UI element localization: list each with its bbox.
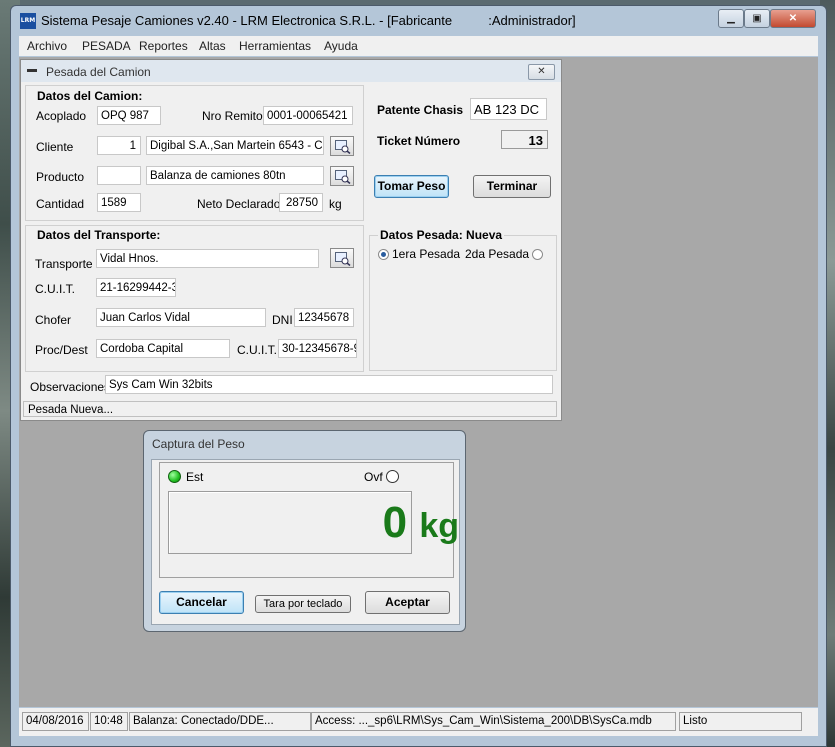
terminar-button[interactable]: Terminar (473, 175, 551, 198)
app-icon: LRM (20, 13, 36, 29)
remito-label: Nro Remito (202, 109, 263, 123)
menu-bar: Archivo PESADA Reportes Altas Herramient… (19, 36, 818, 56)
transporte-label: Transporte (35, 257, 93, 271)
dni-field[interactable]: 12345678 (294, 308, 354, 327)
tomar-peso-button[interactable]: Tomar Peso (374, 175, 449, 198)
tara-button[interactable]: Tara por teclado (255, 595, 351, 613)
menu-herramientas[interactable]: Herramientas (239, 39, 311, 53)
status-time: 10:48 (90, 712, 128, 731)
cliente-desc-field[interactable]: Digibal S.A.,San Martein 6543 - Casi (146, 136, 324, 155)
acoplado-field[interactable]: OPQ 987 (97, 106, 161, 125)
ticket-field: 13 (501, 130, 548, 149)
cliente-label: Cliente (36, 140, 74, 154)
neto-unit: kg (329, 197, 342, 211)
dni-label: DNI (272, 313, 293, 327)
transporte-group: Datos del Transporte: Transporte Vidal H… (25, 225, 364, 372)
chasis-field[interactable]: AB 123 DC (470, 98, 547, 120)
menu-reportes[interactable]: Reportes (139, 39, 188, 53)
remito-field[interactable]: 0001-00065421 (263, 106, 353, 125)
acoplado-label: Acoplado (36, 109, 87, 123)
camion-heading: Datos del Camion: (37, 89, 143, 103)
producto-search-button[interactable] (330, 166, 354, 186)
chasis-label: Patente Chasis (377, 103, 464, 117)
neto-label: Neto Declarado (197, 197, 281, 211)
close-icon[interactable]: ✕ (770, 9, 816, 28)
menu-pesada[interactable]: PESADA (82, 39, 131, 53)
cuit2-field[interactable]: 30-12345678-9 (278, 339, 357, 358)
cuit-label: C.U.I.T. (35, 282, 76, 296)
observaciones-label: Observaciones (30, 380, 111, 394)
status-bar: 04/08/2016 10:48 Balanza: Conectado/DDE.… (19, 708, 818, 736)
segunda-pesada-label[interactable]: 2da Pesada (465, 247, 529, 261)
primera-pesada-radio[interactable] (378, 249, 389, 260)
title-bar[interactable]: LRM Sistema Pesaje Camiones v2.40 - LRM … (11, 6, 826, 35)
cantidad-label: Cantidad (36, 197, 85, 211)
status-access: Access: ..._sp6\LRM\Sys_Cam_Win\Sistema_… (311, 712, 676, 731)
chofer-field[interactable]: Juan Carlos Vidal (96, 308, 266, 327)
captura-peso-dialog: Captura del Peso Est Ovf 0 kg Cancelar T… (143, 430, 466, 632)
pesada-group: Datos Pesada: Nueva 1era Pesada 2da Pesa… (369, 228, 557, 371)
segunda-pesada-radio[interactable] (532, 249, 543, 260)
search-icon (335, 252, 351, 266)
weight-unit: kg (419, 507, 459, 545)
transporte-heading: Datos del Transporte: (37, 228, 161, 242)
est-indicator (168, 470, 181, 483)
transporte-field[interactable]: Vidal Hnos. (96, 249, 319, 268)
pesada-heading: Datos Pesada: Nueva (378, 228, 505, 242)
menu-altas[interactable]: Altas (199, 39, 226, 53)
menu-ayuda[interactable]: Ayuda (324, 39, 358, 53)
producto-id-field[interactable] (97, 166, 141, 185)
ticket-label: Ticket Número (377, 134, 461, 148)
ovf-indicator (386, 470, 399, 483)
form-status: Pesada Nueva... (23, 401, 557, 417)
transporte-search-button[interactable] (330, 248, 354, 268)
weight-display: 0 kg (168, 491, 459, 554)
weight-readout: 0 kg (383, 498, 459, 548)
maximize-icon[interactable]: ▣ (744, 9, 770, 28)
est-label: Est (186, 470, 204, 484)
dialog-title: Captura del Peso (152, 437, 245, 451)
cuit2-label: C.U.I.T. (237, 343, 278, 357)
weight-panel: Est Ovf 0 kg (159, 462, 459, 578)
proc-label: Proc/Dest (35, 343, 88, 357)
cliente-id-field[interactable]: 1 (97, 136, 141, 155)
observaciones-field[interactable]: Sys Cam Win 32bits (105, 375, 553, 394)
truck-icon: ▬ (27, 64, 37, 75)
camion-group: Datos del Camion: Acoplado OPQ 987 Nro R… (25, 85, 364, 221)
form-close-icon[interactable]: ✕ (528, 64, 555, 80)
search-icon (335, 140, 351, 154)
status-date: 04/08/2016 (22, 712, 89, 731)
pesada-form: ▬ Pesada del Camion ✕ Datos del Camion: … (20, 59, 562, 421)
producto-label: Producto (36, 170, 85, 184)
menu-archivo[interactable]: Archivo (27, 39, 67, 53)
search-icon (335, 170, 351, 184)
ovf-label: Ovf (364, 470, 383, 484)
weight-value: 0 (382, 498, 408, 547)
cancelar-button[interactable]: Cancelar (159, 591, 244, 614)
status-balanza: Balanza: Conectado/DDE... (129, 712, 311, 731)
neto-field[interactable]: 28750 (279, 193, 323, 212)
form-title: Pesada del Camion (46, 65, 151, 79)
window-title: Sistema Pesaje Camiones v2.40 - LRM Elec… (41, 13, 576, 28)
minimize-icon[interactable]: ▁ (718, 9, 744, 28)
proc-field[interactable]: Cordoba Capital (96, 339, 230, 358)
chofer-label: Chofer (35, 313, 72, 327)
cantidad-field[interactable]: 1589 (97, 193, 141, 212)
form-title-bar[interactable]: ▬ Pesada del Camion ✕ (21, 60, 561, 82)
status-state: Listo (679, 712, 802, 731)
cuit-field[interactable]: 21-16299442-3 (96, 278, 176, 297)
cliente-search-button[interactable] (330, 136, 354, 156)
aceptar-button[interactable]: Aceptar (365, 591, 450, 614)
primera-pesada-label[interactable]: 1era Pesada (392, 247, 460, 261)
dialog-body: Est Ovf 0 kg Cancelar Tara por teclado A… (151, 459, 460, 625)
producto-desc-field[interactable]: Balanza de camiones 80tn (146, 166, 324, 185)
